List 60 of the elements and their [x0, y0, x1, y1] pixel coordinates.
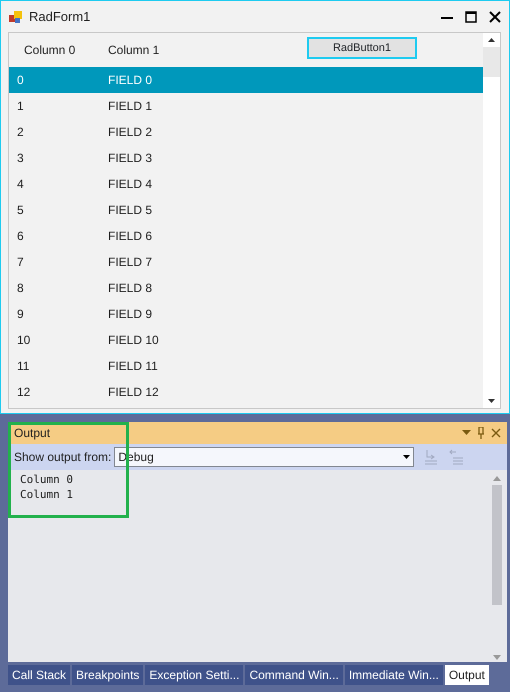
panel-tab[interactable]: Call Stack [8, 665, 70, 685]
grid-row[interactable]: 2 FIELD 2 [9, 119, 483, 145]
index-cell: 2 [17, 125, 24, 139]
column-header[interactable]: Column 0 [24, 43, 76, 57]
index-cell: 8 [17, 281, 24, 295]
panel-tab[interactable]: Immediate Win... [344, 665, 443, 685]
grid-row[interactable]: 10 FIELD 10 [9, 327, 483, 353]
field-cell: FIELD 7 [108, 255, 152, 269]
source-label: Show output from: [14, 449, 112, 466]
index-cell: 12 [17, 385, 30, 399]
index-cell: 11 [17, 359, 30, 373]
field-cell: FIELD 6 [108, 229, 152, 243]
caret-icon[interactable] [403, 455, 410, 459]
close-icon[interactable] [489, 10, 501, 22]
app-icon [9, 10, 23, 24]
grid-row[interactable]: 8 FIELD 8 [9, 275, 483, 301]
grid-row[interactable]: 3 FIELD 3 [9, 145, 483, 171]
output-line: Column 1 [20, 488, 73, 501]
grid-row[interactable]: 5 FIELD 5 [9, 197, 483, 223]
field-cell: FIELD 11 [108, 359, 158, 373]
panel-tab[interactable]: Breakpoints [72, 665, 144, 685]
panel-tab[interactable]: Output [444, 665, 489, 685]
index-cell: 5 [17, 203, 24, 217]
index-cell: 3 [17, 151, 24, 165]
panel-title: Output [14, 425, 50, 442]
grid-row[interactable]: 12 FIELD 12 [9, 379, 483, 405]
index-cell: 7 [17, 255, 24, 269]
output-line: Column 0 [20, 473, 73, 486]
field-cell: FIELD 1 [108, 99, 152, 113]
index-cell: 9 [17, 307, 24, 321]
grid-row[interactable]: 7 FIELD 7 [9, 249, 483, 275]
grid-row[interactable]: 6 FIELD 6 [9, 223, 483, 249]
index-cell: 4 [17, 177, 24, 191]
field-cell: FIELD 8 [108, 281, 152, 295]
grid-row[interactable]: 1 FIELD 1 [9, 93, 483, 119]
field-cell: FIELD 10 [108, 333, 159, 347]
window-title: RadForm1 [29, 8, 90, 26]
column-header[interactable]: Column 1 [108, 43, 160, 57]
pin-icon[interactable] [477, 427, 485, 439]
scrollbar-thumb[interactable] [492, 485, 502, 605]
scrollbar-thumb[interactable] [483, 47, 500, 77]
field-cell: FIELD 0 [108, 73, 152, 87]
grid-row[interactable]: 4 FIELD 4 [9, 171, 483, 197]
field-cell: FIELD 4 [108, 177, 152, 191]
maximize-icon[interactable] [465, 10, 477, 22]
field-cell: FIELD 12 [108, 385, 159, 399]
rad-button[interactable]: RadButton1 [307, 37, 417, 59]
field-cell: FIELD 3 [108, 151, 152, 165]
grid-row[interactable]: 9 FIELD 9 [9, 301, 483, 327]
index-cell: 10 [17, 333, 30, 347]
field-cell: FIELD 2 [108, 125, 152, 139]
grid-row[interactable]: 11 FIELD 11 [9, 353, 483, 379]
panel-tab[interactable]: Command Win... [245, 665, 343, 685]
index-cell: 1 [17, 99, 24, 113]
field-cell: FIELD 9 [108, 307, 152, 321]
index-cell: 6 [17, 229, 24, 243]
field-cell: FIELD 5 [108, 203, 152, 217]
panel-tab[interactable]: Exception Setti... [145, 665, 244, 685]
index-cell: 0 [17, 73, 24, 87]
dropdown-icon[interactable] [462, 430, 471, 436]
